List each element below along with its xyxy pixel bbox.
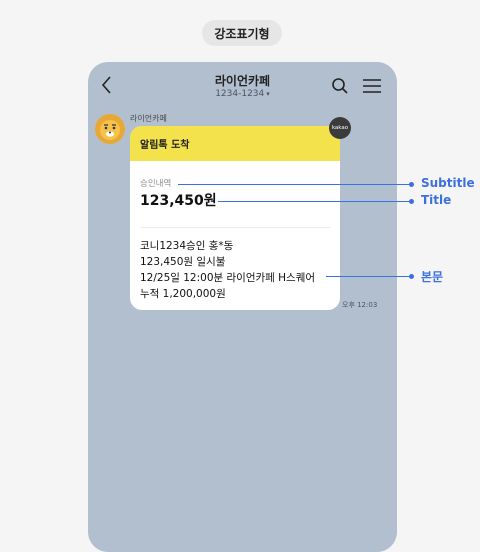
body-callout-line (326, 276, 411, 277)
menu-icon[interactable] (362, 78, 382, 94)
avatar[interactable] (95, 114, 125, 144)
body-line: 12/25일 12:00분 라이언카페 H스퀘어 (140, 272, 316, 284)
title-annotation: Title (421, 193, 452, 207)
phone-number: 1234-1234 (215, 89, 265, 99)
divider (140, 227, 330, 228)
card-title: 123,450원 (140, 193, 217, 209)
kakao-badge: kakao (329, 117, 351, 139)
sender-name: 라이언카페 (130, 114, 167, 123)
type-label: 강조표기형 (202, 20, 282, 46)
chat-header: 라이언카페 1234-1234 ▾ (88, 62, 397, 108)
body-line: 코니1234승인 홍*동 (140, 240, 234, 252)
body-line: 누적 1,200,000원 (140, 288, 226, 300)
title-callout-line (218, 201, 411, 202)
subtitle-callout-line (178, 184, 411, 185)
body-annotation: 본문 (421, 270, 444, 284)
card-body: 코니1234승인 홍*동 123,450원 일시불 12/25일 12:00분 … (140, 238, 315, 302)
phone-frame: 라이언카페 1234-1234 ▾ 라이언카페 알림톡 도착 승인내역 123,4… (88, 62, 397, 552)
card-header: 알림톡 도착 (130, 126, 340, 161)
body-callout-dot (409, 274, 414, 279)
body-line: 123,450원 일시불 (140, 256, 226, 268)
subtitle-annotation: Subtitle (421, 176, 475, 190)
message-time: 오후 12:03 (342, 301, 378, 309)
chevron-down-icon: ▾ (266, 90, 270, 98)
title-callout-dot (409, 199, 414, 204)
lion-avatar-icon (95, 114, 125, 144)
subtitle-callout-dot (409, 182, 414, 187)
chat-phone-number[interactable]: 1234-1234 ▾ (88, 89, 397, 99)
chat-title: 라이언카페 (214, 74, 271, 88)
card-subtitle: 승인내역 (140, 179, 172, 189)
search-icon[interactable] (331, 77, 349, 95)
alimtalk-message-card: 알림톡 도착 승인내역 123,450원 코니1234승인 홍*동 123,45… (130, 126, 340, 310)
